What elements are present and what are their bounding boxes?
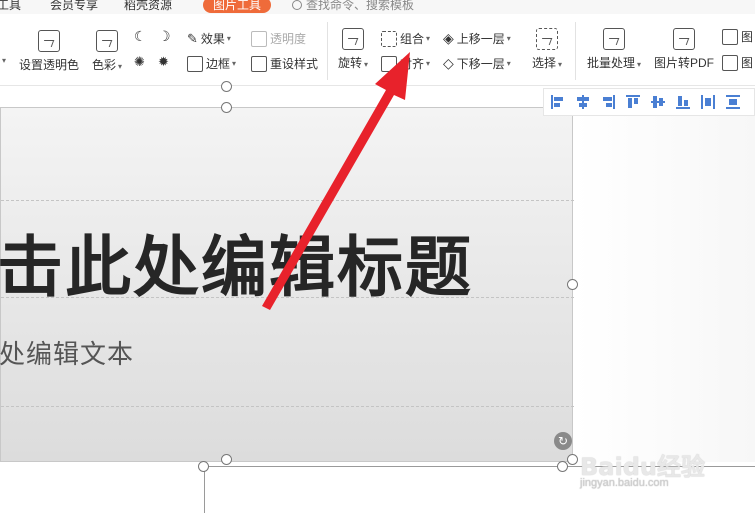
- bring-forward-label: 上移一层: [456, 32, 505, 46]
- batch-process-button[interactable]: 批量处理 ▾: [584, 28, 644, 71]
- contrast-down-button[interactable]: ✹: [158, 54, 169, 70]
- align-button[interactable]: 对齐 ▾: [381, 55, 430, 72]
- distribute-horizontal-icon[interactable]: [700, 94, 716, 110]
- resize-handle-lower-left[interactable]: [198, 461, 209, 472]
- select-icon: [536, 28, 558, 50]
- image-to-pdf-label: 图片转PDF: [653, 56, 714, 70]
- align-middle-icon[interactable]: [650, 94, 666, 110]
- align-label: 对齐: [400, 57, 425, 71]
- effects-button[interactable]: ✎ 效果 ▾: [187, 30, 231, 47]
- align-left-icon[interactable]: [550, 94, 566, 110]
- contrast-up-icon: ✺: [134, 54, 145, 69]
- search-icon: [292, 0, 302, 10]
- reset-style-button[interactable]: 重设样式: [251, 55, 318, 72]
- resize-handle-lower-right[interactable]: [557, 461, 568, 472]
- reset-style-label: 重设样式: [270, 57, 319, 71]
- command-search[interactable]: 查找命令、搜索模板: [292, 0, 414, 13]
- group-icon: [381, 30, 397, 47]
- bring-forward-button[interactable]: ◈ 上移一层 ▾: [443, 30, 511, 47]
- image-tool-2-icon: [722, 54, 738, 71]
- brightness-up-icon: ☾: [134, 28, 147, 44]
- align-bottom-icon[interactable]: [675, 94, 691, 110]
- left-edge-caret[interactable]: ▾: [0, 56, 6, 65]
- contrast-down-icon: ✹: [158, 54, 169, 69]
- color-button[interactable]: 色彩 ▾: [88, 30, 126, 73]
- send-backward-button[interactable]: ◇ 下移一层 ▾: [443, 55, 511, 72]
- baidu-jingyan-watermark: Baidu经验 jingyan.baidu.com: [580, 447, 750, 497]
- color-label: 色彩: [91, 58, 116, 72]
- group-button[interactable]: 组合 ▾: [381, 30, 430, 47]
- rotate-icon: [342, 28, 364, 50]
- align-center-icon[interactable]: [575, 94, 591, 110]
- image-tool-1-label: 图: [741, 30, 754, 44]
- ribbon-tab-bar: 工具 会员专享 稻壳资源 图片工具 查找命令、搜索模板: [0, 0, 755, 14]
- slide-title-placeholder[interactable]: 击此处编辑标题: [0, 214, 473, 310]
- border-button[interactable]: 边框 ▾: [187, 55, 236, 72]
- ribbon-separator-2: [575, 22, 576, 80]
- rotate-label: 旋转: [337, 56, 362, 70]
- image-tool-1-button[interactable]: 图: [722, 28, 753, 45]
- image-tool-2-label: 图: [741, 56, 754, 70]
- image-to-pdf-button[interactable]: 图片转PDF: [652, 28, 716, 71]
- send-backward-label: 下移一层: [456, 57, 505, 71]
- image-tool-1-icon: [722, 28, 738, 45]
- transparency-icon: [251, 30, 267, 47]
- resize-handle-top[interactable]: [221, 102, 232, 113]
- tab-picture-tools[interactable]: 图片工具: [203, 0, 272, 13]
- bring-forward-icon: ◈: [443, 30, 454, 46]
- select-label: 选择: [531, 56, 556, 70]
- guide-line: [1, 200, 574, 201]
- brightness-down-icon: ☽: [158, 28, 171, 44]
- slide-subtitle-placeholder[interactable]: 处编辑文本: [0, 334, 134, 371]
- tab-member[interactable]: 会员专享: [50, 0, 98, 13]
- rotate-button[interactable]: 旋转 ▾: [334, 28, 372, 71]
- align-toolbar: [543, 88, 755, 116]
- batch-process-icon: [603, 28, 625, 50]
- set-transparent-color-button[interactable]: 设置透明色: [18, 30, 80, 73]
- rotate-handle-icon[interactable]: ↻: [554, 432, 572, 450]
- picture-tools-ribbon: ▾ 设置透明色 色彩 ▾ ☾ ☽ ✺ ✹ ✎ 效果 ▾ 透明度 边框 ▾ 重设样式 旋…: [0, 14, 755, 86]
- align-top-icon[interactable]: [625, 94, 641, 110]
- resize-handle-right[interactable]: [567, 279, 578, 290]
- effects-icon: ✎: [187, 30, 198, 46]
- color-icon: [96, 30, 118, 52]
- transparent-color-icon: [38, 30, 60, 52]
- align-right-icon[interactable]: [600, 94, 616, 110]
- resize-handle-bottom[interactable]: [221, 454, 232, 465]
- brightness-up-button[interactable]: ☾: [134, 28, 147, 45]
- border-icon: [187, 55, 203, 72]
- border-label: 边框: [206, 57, 231, 71]
- reset-style-icon: [251, 55, 267, 72]
- send-backward-icon: ◇: [443, 55, 454, 71]
- brightness-down-button[interactable]: ☽: [158, 28, 171, 45]
- watermark-url: jingyan.baidu.com: [580, 477, 669, 489]
- search-placeholder: 查找命令、搜索模板: [306, 0, 415, 12]
- resize-handle-bottom-right[interactable]: [567, 454, 578, 465]
- transparency-button[interactable]: 透明度: [251, 30, 306, 47]
- group-label: 组合: [400, 32, 425, 46]
- transparency-label: 透明度: [270, 32, 307, 46]
- contrast-up-button[interactable]: ✺: [134, 54, 145, 70]
- ribbon-separator: [327, 22, 328, 80]
- canvas-background: [573, 107, 755, 462]
- set-transparent-color-label: 设置透明色: [18, 58, 79, 72]
- select-button[interactable]: 选择 ▾: [529, 28, 565, 71]
- effects-label: 效果: [200, 32, 225, 46]
- align-icon: [381, 55, 397, 72]
- image-tool-2-button[interactable]: 图: [722, 54, 753, 71]
- selected-slide-image[interactable]: 击此处编辑标题 处编辑文本: [0, 107, 574, 462]
- tab-tools[interactable]: 工具: [0, 0, 21, 13]
- rotate-handle-top[interactable]: [221, 81, 232, 92]
- distribute-vertical-icon[interactable]: [725, 94, 741, 110]
- tab-docer-resources[interactable]: 稻壳资源: [124, 0, 172, 13]
- guide-line: [1, 406, 574, 407]
- batch-process-label: 批量处理: [586, 56, 635, 70]
- image-to-pdf-icon: [673, 28, 695, 50]
